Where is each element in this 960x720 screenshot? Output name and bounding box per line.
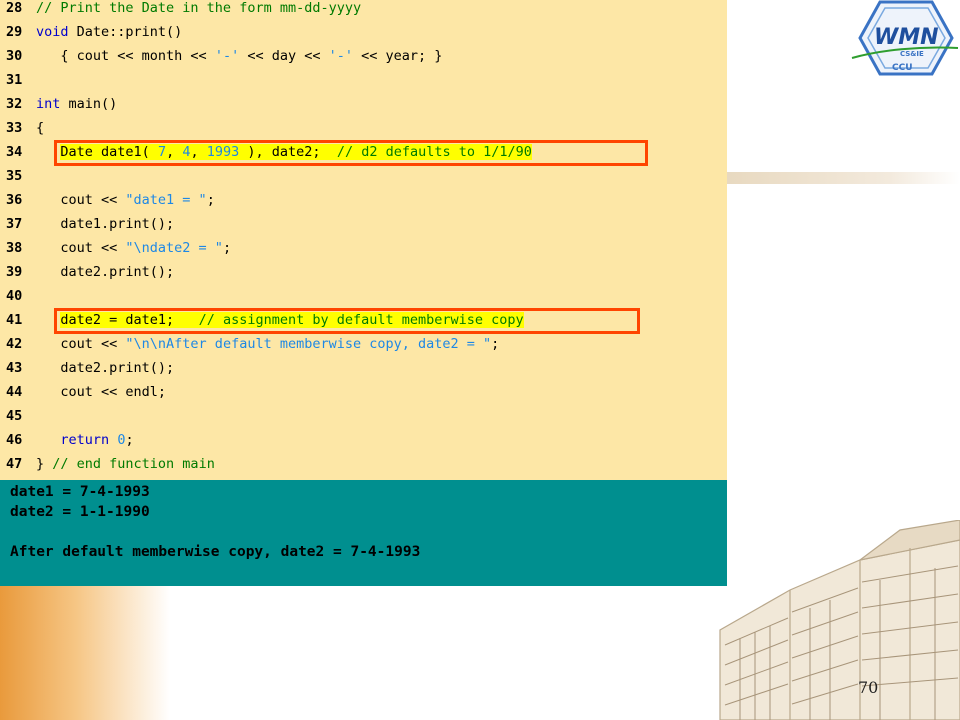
line-number: 40 <box>6 288 23 304</box>
code-line: 32 int main() <box>0 92 727 116</box>
code-line: 37 date1.print(); <box>0 212 727 236</box>
decorative-line <box>727 172 960 184</box>
line-number: 33 <box>6 120 23 136</box>
output-line: date2 = 1-1-1990 <box>10 504 150 520</box>
code-text: cout << "\ndate2 = "; <box>36 240 232 256</box>
code-text: date1.print(); <box>36 216 175 232</box>
output-line: date1 = 7-4-1993 <box>10 484 150 500</box>
line-number: 43 <box>6 360 23 376</box>
code-line: 29 void Date::print() <box>0 20 727 44</box>
line-number: 47 <box>6 456 23 472</box>
line-number: 36 <box>6 192 23 208</box>
code-text: void Date::print() <box>36 24 183 40</box>
page-number: 70 <box>858 678 879 697</box>
code-text: return 0; <box>60 432 134 448</box>
code-line: 42 cout << "\n\nAfter default memberwise… <box>0 332 727 356</box>
line-number: 37 <box>6 216 23 232</box>
logo-text: WMN <box>874 25 939 50</box>
line-number: 46 <box>6 432 23 448</box>
logo-org: CCU <box>892 63 913 73</box>
code-line: 43 date2.print(); <box>0 356 727 380</box>
line-number: 28 <box>6 0 23 16</box>
line-number: 44 <box>6 384 23 400</box>
code-text: // Print the Date in the form mm-dd-yyyy <box>36 0 362 16</box>
output-line: After default memberwise copy, date2 = 7… <box>10 544 421 560</box>
code-text: cout << "date1 = "; <box>36 192 215 208</box>
line-number: 30 <box>6 48 23 64</box>
line-number: 34 <box>6 144 23 160</box>
code-line: 40 <box>0 284 727 308</box>
code-text: { <box>36 120 45 136</box>
code-line: 46 return 0; <box>0 428 727 452</box>
decorative-stripe <box>0 586 170 720</box>
line-number: 45 <box>6 408 23 424</box>
code-line: 35 <box>0 164 727 188</box>
code-text: cout << endl; <box>36 384 167 400</box>
code-text: date2.print(); <box>36 264 175 280</box>
code-line: 38 cout << "\ndate2 = "; <box>0 236 727 260</box>
code-line: 39 date2.print(); <box>0 260 727 284</box>
code-line: 30 { cout << month << '-' << day << '-' … <box>0 44 727 68</box>
line-number: 42 <box>6 336 23 352</box>
code-line: 28 // Print the Date in the form mm-dd-yy… <box>0 0 727 20</box>
logo-sub: CS&IE <box>900 50 924 58</box>
code-text: date2.print(); <box>36 360 175 376</box>
code-line: 36 cout << "date1 = "; <box>0 188 727 212</box>
highlight-box-line-34 <box>54 140 648 166</box>
code-line: 33 { <box>0 116 727 140</box>
code-line: 31 <box>0 68 727 92</box>
line-number: 39 <box>6 264 23 280</box>
line-number: 38 <box>6 240 23 256</box>
code-line: 47 } // end function main <box>0 452 727 476</box>
code-text: int main() <box>36 96 118 112</box>
code-line: 45 <box>0 404 727 428</box>
wmn-logo: WMN CS&IE CCU <box>851 0 959 76</box>
code-text: cout << "\n\nAfter default memberwise co… <box>36 336 500 352</box>
code-text: { cout << month << '-' << day << '-' << … <box>36 48 443 64</box>
line-number: 35 <box>6 168 23 184</box>
line-number: 31 <box>6 72 23 88</box>
line-number: 29 <box>6 24 23 40</box>
highlight-box-line-41 <box>54 308 640 334</box>
code-text: } // end function main <box>36 456 215 472</box>
line-number: 41 <box>6 312 23 328</box>
building-illustration <box>719 520 960 720</box>
code-line: 44 cout << endl; <box>0 380 727 404</box>
line-number: 32 <box>6 96 23 112</box>
